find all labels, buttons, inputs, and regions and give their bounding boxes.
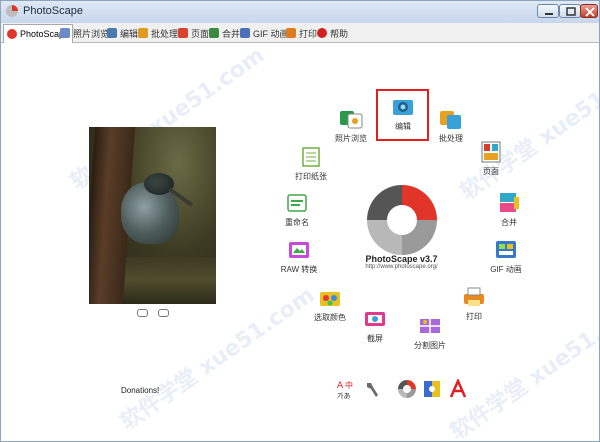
menu-item-splitter[interactable]: 分割图片 [400,314,460,351]
color-picker-icon [320,292,340,306]
tab-batch[interactable]: 批处理 [135,25,178,41]
svg-text:中: 中 [345,380,353,390]
close-button[interactable] [580,4,598,18]
menu-item-batch[interactable]: 批处理 [421,107,481,144]
menu-item-gif-animation[interactable]: GIF 动画 [476,238,536,275]
app-version-title: PhotoScape v3.7 [365,254,438,264]
tab-help[interactable]: 帮助 [314,25,348,41]
app-website-link[interactable]: http://www.photoscape.org/ [340,264,463,270]
editor-icon [107,28,117,38]
batch-editor-icon [440,111,461,129]
paper-print-icon [302,147,320,167]
font-icon [449,377,467,398]
about-button[interactable] [397,379,416,399]
photoscape-logo-icon [398,380,416,398]
tab-editor[interactable]: 编辑 [104,25,138,41]
menu-item-paper-print[interactable]: 打印纸张 [281,145,341,182]
print-icon [464,287,484,306]
tab-gif[interactable]: GIF 动画 [237,25,289,41]
menu-item-viewer[interactable]: 照片浏览 [321,107,381,144]
maximize-button[interactable] [559,4,581,18]
raw-converter-icon [289,242,309,258]
font-button[interactable] [449,377,467,399]
gif-icon [240,28,250,38]
print-icon [286,28,296,38]
window-title: PhotoScape [23,5,83,17]
page-icon [178,28,188,38]
menu-item-page[interactable]: 页面 [461,140,521,177]
tab-bar: PhotoScape 照片浏览 编辑 批处理 页面 合并 GIF 动画 打印 帮… [1,23,599,43]
language-button[interactable]: A 中 가あ [337,379,355,400]
photoscape-logo-icon [367,185,437,255]
tab-viewer[interactable]: 照片浏览 [57,25,109,41]
face-search-icon [424,381,440,397]
language-icon: A 中 가あ [337,380,353,400]
next-photo-icon[interactable] [158,309,169,317]
page-icon [481,141,501,163]
batch-icon [138,28,148,38]
editor-icon [393,100,413,115]
app-logo-icon [6,5,18,17]
svg-text:가あ: 가あ [337,391,350,399]
viewer-icon [340,111,363,129]
title-bar: PhotoScape [1,1,599,24]
tab-print[interactable]: 打印 [283,25,317,41]
minimize-button[interactable] [537,4,559,18]
splitter-icon [420,319,440,333]
settings-button[interactable] [363,379,381,399]
screen-capture-icon [365,312,385,326]
gif-animation-icon [496,241,516,258]
combine-icon [209,28,219,38]
viewer-icon [60,28,70,38]
menu-item-combine[interactable]: 合并 [479,191,539,228]
previous-photo-icon[interactable] [137,309,148,317]
menu-item-raw-converter[interactable]: RAW 转换 [269,238,329,275]
tab-page[interactable]: 页面 [175,25,209,41]
menu-item-color-picker[interactable]: 选取颜色 [300,286,360,323]
combine-icon [500,193,519,212]
photo-preview[interactable] [89,127,216,304]
svg-text:A: A [337,381,344,391]
face-search-button[interactable] [423,379,441,399]
tab-combine[interactable]: 合并 [206,25,240,41]
photoscape-window: PhotoScape PhotoScape 照片浏览 编辑 批处理 页面 合并 … [0,0,600,442]
rename-icon [287,194,307,212]
help-icon [317,28,327,38]
photoscape-icon [7,29,17,39]
menu-item-rename[interactable]: 重命名 [267,191,327,228]
wrench-icon [367,383,378,397]
photo-preview-controls [137,309,169,317]
donations-link[interactable]: Donations! [121,386,159,395]
